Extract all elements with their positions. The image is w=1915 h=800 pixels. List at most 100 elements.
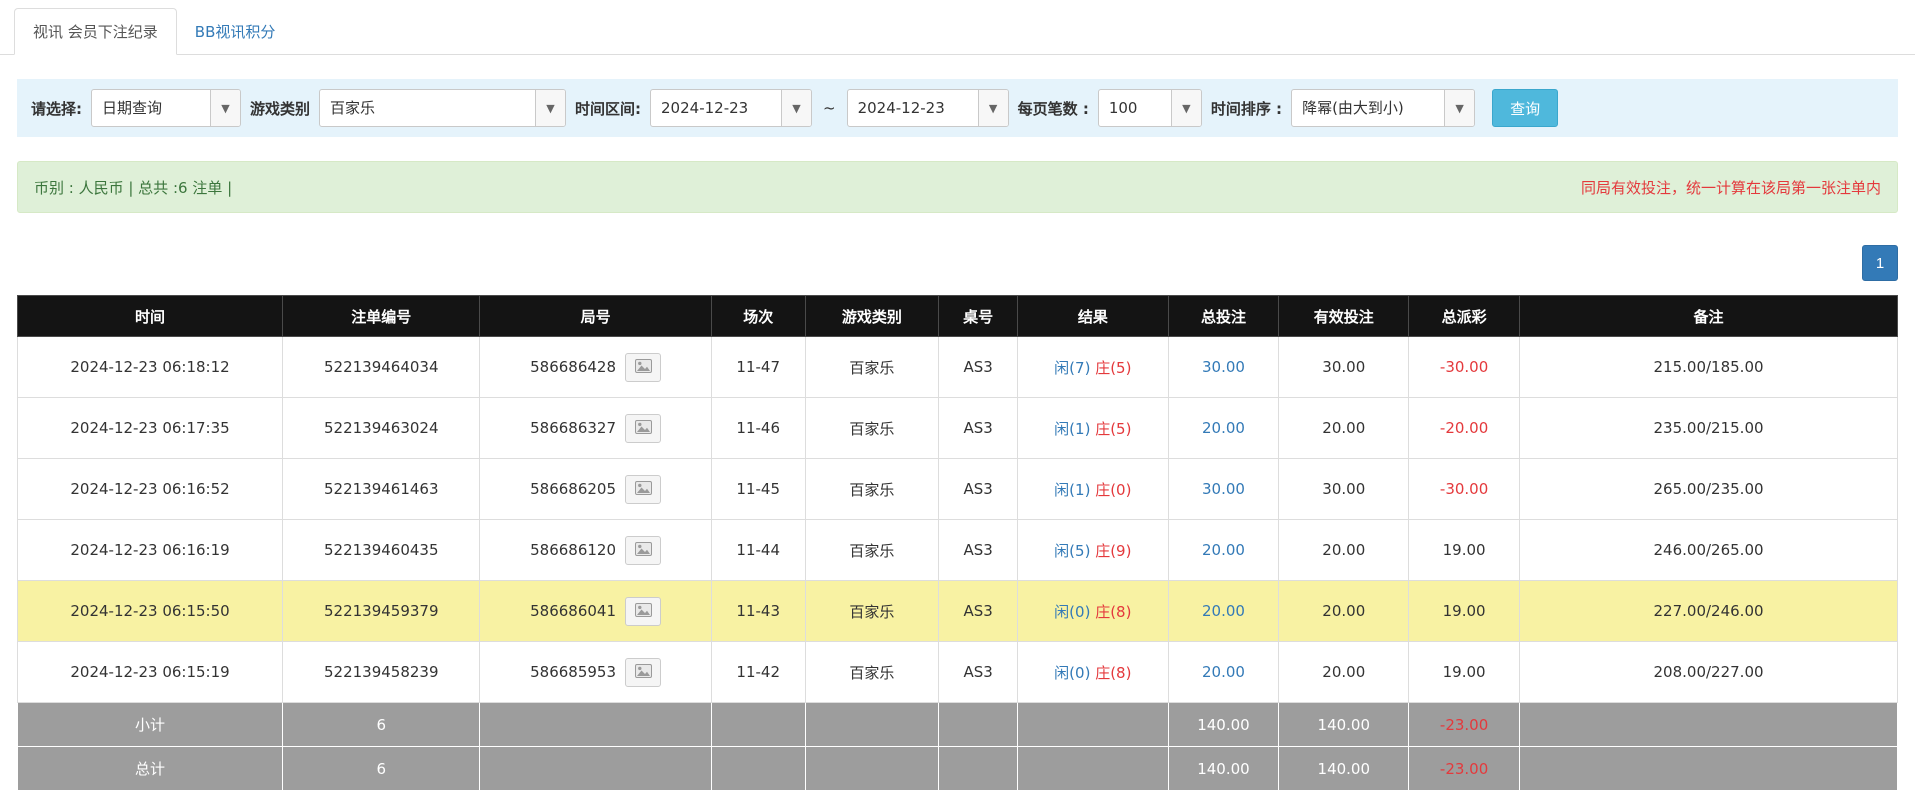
time-sort-value[interactable]: 降幂(由大到小) xyxy=(1292,90,1444,126)
cell-bet-id: 522139458239 xyxy=(283,642,480,703)
total-bet-link[interactable]: 20.00 xyxy=(1202,602,1245,620)
result-banker: 庄(9) xyxy=(1095,542,1131,560)
currency-total-text: 币别 : 人民币 | 总共 :6 注单 | xyxy=(34,177,232,198)
cell-payout: -30.00 xyxy=(1409,337,1520,398)
cell-time: 2024-12-23 06:15:19 xyxy=(18,642,283,703)
date-to-value[interactable]: 2024-12-23 xyxy=(848,90,978,126)
cell-time: 2024-12-23 06:16:52 xyxy=(18,459,283,520)
date-from-value[interactable]: 2024-12-23 xyxy=(651,90,781,126)
result-player: 闲(5) xyxy=(1054,542,1090,560)
cell-time: 2024-12-23 06:18:12 xyxy=(18,337,283,398)
query-mode-select[interactable]: 日期查询 ▼ xyxy=(91,89,241,127)
page-size-value[interactable]: 100 xyxy=(1099,90,1171,126)
cell-round: 586686041 xyxy=(480,581,711,642)
header-payout: 总派彩 xyxy=(1409,296,1520,337)
cell-table-no: AS3 xyxy=(939,520,1018,581)
total-bet-link[interactable]: 30.00 xyxy=(1202,480,1245,498)
cell-session: 11-46 xyxy=(711,398,805,459)
cell-result: 闲(1) 庄(5) xyxy=(1018,398,1168,459)
query-button[interactable]: 查询 xyxy=(1492,89,1558,127)
date-to-caret-icon[interactable]: ▼ xyxy=(978,90,1008,126)
cell-total-bet: 20.00 xyxy=(1168,581,1279,642)
game-type-value[interactable]: 百家乐 xyxy=(320,90,535,126)
cell-valid-bet: 30.00 xyxy=(1279,337,1409,398)
round-video-icon-button[interactable] xyxy=(625,536,661,565)
cell-round: 586685953 xyxy=(480,642,711,703)
result-banker: 庄(5) xyxy=(1095,420,1131,438)
cell-round: 586686327 xyxy=(480,398,711,459)
video-replay-icon xyxy=(635,359,652,376)
cell-payout: -20.00 xyxy=(1409,398,1520,459)
round-video-icon-button[interactable] xyxy=(625,353,661,382)
tab-bb-video-points[interactable]: BB视讯积分 xyxy=(177,9,294,54)
cell-valid-bet: 20.00 xyxy=(1279,581,1409,642)
cell-total-bet: 20.00 xyxy=(1168,520,1279,581)
game-type-select[interactable]: 百家乐 ▼ xyxy=(319,89,566,127)
page-1-button[interactable]: 1 xyxy=(1862,245,1898,281)
table-row: 2024-12-23 06:16:52 522139461463 5866862… xyxy=(18,459,1898,520)
round-number: 586686041 xyxy=(530,602,616,620)
query-mode-caret-icon[interactable]: ▼ xyxy=(210,90,240,126)
tab-betting-records[interactable]: 视讯 会员下注纪录 xyxy=(14,8,177,55)
total-bet-link[interactable]: 20.00 xyxy=(1202,419,1245,437)
video-replay-icon xyxy=(635,664,652,681)
date-to-select[interactable]: 2024-12-23 ▼ xyxy=(847,89,1009,127)
cell-bet-id: 522139461463 xyxy=(283,459,480,520)
result-player: 闲(7) xyxy=(1054,359,1090,377)
total-count: 6 xyxy=(283,747,480,791)
page-size-caret-icon[interactable]: ▼ xyxy=(1171,90,1201,126)
cell-result: 闲(5) 庄(9) xyxy=(1018,520,1168,581)
cell-total-bet: 20.00 xyxy=(1168,398,1279,459)
cell-bet-id: 522139459379 xyxy=(283,581,480,642)
result-banker: 庄(0) xyxy=(1095,481,1131,499)
result-banker: 庄(8) xyxy=(1095,664,1131,682)
cell-payout: 19.00 xyxy=(1409,520,1520,581)
valid-bet-notice-text: 同局有效投注，统一计算在该局第一张注单内 xyxy=(1581,177,1881,198)
cell-note: 246.00/265.00 xyxy=(1520,520,1898,581)
page-size-select[interactable]: 100 ▼ xyxy=(1098,89,1202,127)
cell-total-bet: 30.00 xyxy=(1168,337,1279,398)
video-replay-icon xyxy=(635,481,652,498)
date-range-separator: ~ xyxy=(821,99,838,117)
header-bet-id: 注单编号 xyxy=(283,296,480,337)
cell-total-bet: 30.00 xyxy=(1168,459,1279,520)
query-mode-value[interactable]: 日期查询 xyxy=(92,90,210,126)
betting-records-table: 时间 注单编号 局号 场次 游戏类别 桌号 结果 总投注 有效投注 总派彩 备注… xyxy=(17,295,1898,791)
header-total-bet: 总投注 xyxy=(1168,296,1279,337)
cell-valid-bet: 20.00 xyxy=(1279,642,1409,703)
cell-valid-bet: 20.00 xyxy=(1279,398,1409,459)
round-video-icon-button[interactable] xyxy=(625,414,661,443)
result-player: 闲(1) xyxy=(1054,420,1090,438)
cell-time: 2024-12-23 06:17:35 xyxy=(18,398,283,459)
round-number: 586686327 xyxy=(530,419,616,437)
round-video-icon-button[interactable] xyxy=(625,658,661,687)
total-payout: -23.00 xyxy=(1409,747,1520,791)
cell-total-bet: 20.00 xyxy=(1168,642,1279,703)
cell-payout: -30.00 xyxy=(1409,459,1520,520)
time-sort-label: 时间排序 : xyxy=(1211,98,1282,119)
round-video-icon-button[interactable] xyxy=(625,475,661,504)
date-from-caret-icon[interactable]: ▼ xyxy=(781,90,811,126)
header-time: 时间 xyxy=(18,296,283,337)
result-banker: 庄(5) xyxy=(1095,359,1131,377)
round-video-icon-button[interactable] xyxy=(625,597,661,626)
time-sort-caret-icon[interactable]: ▼ xyxy=(1444,90,1474,126)
total-bet-link[interactable]: 20.00 xyxy=(1202,541,1245,559)
cell-bet-id: 522139460435 xyxy=(283,520,480,581)
header-result: 结果 xyxy=(1018,296,1168,337)
cell-session: 11-44 xyxy=(711,520,805,581)
time-sort-select[interactable]: 降幂(由大到小) ▼ xyxy=(1291,89,1475,127)
tab-bar: 视讯 会员下注纪录 BB视讯积分 xyxy=(0,0,1915,55)
total-bet-link[interactable]: 20.00 xyxy=(1202,663,1245,681)
date-from-select[interactable]: 2024-12-23 ▼ xyxy=(650,89,812,127)
cell-note: 265.00/235.00 xyxy=(1520,459,1898,520)
cell-game-type: 百家乐 xyxy=(805,337,938,398)
result-player: 闲(1) xyxy=(1054,481,1090,499)
total-bet-link[interactable]: 30.00 xyxy=(1202,358,1245,376)
cell-table-no: AS3 xyxy=(939,459,1018,520)
game-type-caret-icon[interactable]: ▼ xyxy=(535,90,565,126)
subtotal-valid-bet: 140.00 xyxy=(1279,703,1409,747)
video-replay-icon xyxy=(635,542,652,559)
cell-game-type: 百家乐 xyxy=(805,642,938,703)
cell-bet-id: 522139464034 xyxy=(283,337,480,398)
